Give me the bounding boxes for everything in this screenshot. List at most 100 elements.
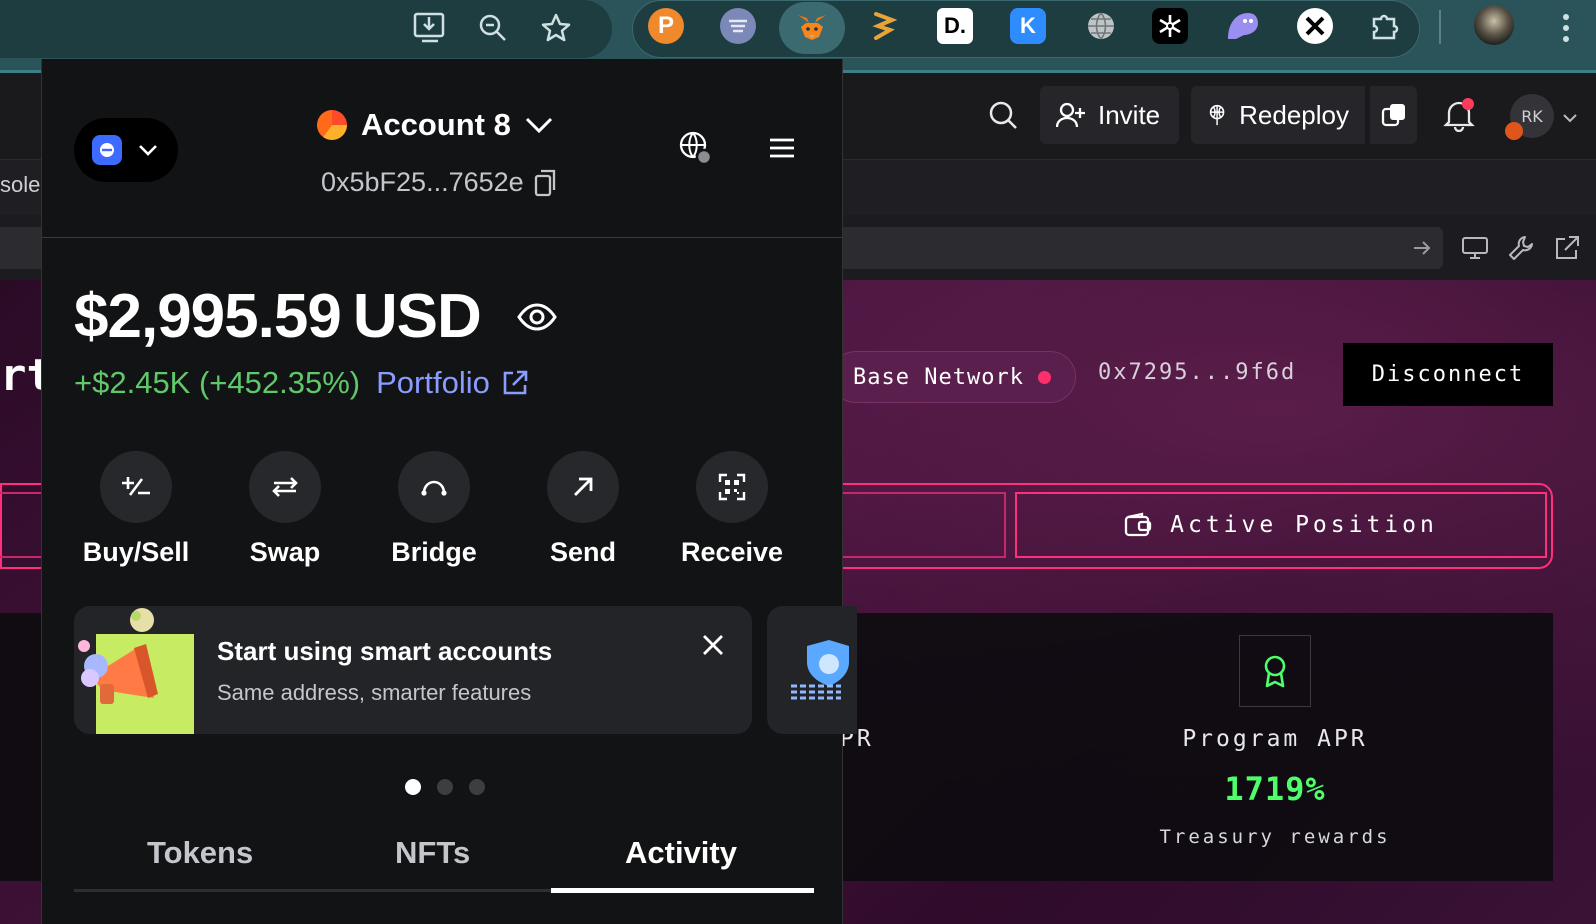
k-ext-icon[interactable]: K xyxy=(1010,8,1046,44)
url-bar-end xyxy=(0,0,612,58)
ghost-ext-icon[interactable] xyxy=(1224,8,1260,44)
account-address[interactable]: 0x5bF25...7652e xyxy=(321,167,558,198)
tab-tokens[interactable]: Tokens xyxy=(147,835,253,871)
shield-ext-icon[interactable] xyxy=(720,8,756,44)
tab-active-position[interactable]: Active Position xyxy=(1015,492,1547,558)
buy-sell-button[interactable]: Buy/Sell xyxy=(56,451,216,568)
balance-change: +$2.45K (+452.35%) Portfolio xyxy=(74,365,528,401)
search-icon[interactable] xyxy=(988,100,1018,134)
redeploy-button[interactable]: Redeploy xyxy=(1191,86,1365,144)
network-logo-icon xyxy=(92,135,122,165)
hamburger-menu-icon[interactable] xyxy=(768,137,796,164)
award-ribbon-icon xyxy=(1264,655,1286,688)
connected-address: 0x7295...9f6d xyxy=(1098,360,1297,385)
site-connection-globe-icon[interactable] xyxy=(678,130,713,171)
desktop-icon[interactable] xyxy=(1461,236,1489,264)
tab-nfts[interactable]: NFTs xyxy=(395,835,470,871)
bridge-button[interactable]: Bridge xyxy=(354,451,514,568)
promo-subtitle: Same address, smarter features xyxy=(217,680,532,705)
wrench-icon[interactable] xyxy=(1507,234,1535,266)
network-label: Base Network xyxy=(853,364,1024,390)
wallet-balance: $2,995.59 USD xyxy=(74,281,557,352)
network-status-dot xyxy=(1037,370,1051,384)
plus-minus-icon xyxy=(100,451,172,523)
qr-code-icon xyxy=(696,451,768,523)
metamask-popup: Account 8 0x5bF25...7652e $2,995.59 USD … xyxy=(41,59,857,924)
account-avatar xyxy=(317,110,347,140)
wallet-icon xyxy=(1124,512,1152,537)
eye-icon[interactable] xyxy=(516,302,557,331)
swap-label: Swap xyxy=(249,537,321,567)
zoom-icon[interactable] xyxy=(471,6,515,50)
metamask-ext-icon[interactable] xyxy=(779,2,845,54)
send-label: Send xyxy=(549,537,616,567)
external-link-icon xyxy=(503,370,528,395)
browser-menu-icon[interactable] xyxy=(1544,6,1588,50)
chevron-down-icon xyxy=(525,117,552,133)
carousel-dot-2[interactable] xyxy=(437,779,453,795)
next-promo-card[interactable] xyxy=(767,606,857,734)
toolbar-divider xyxy=(1439,10,1441,44)
active-tab-indicator xyxy=(551,888,814,893)
notification-bell-icon[interactable] xyxy=(1443,98,1475,136)
program-apr-value: 1719% xyxy=(1224,770,1326,808)
megaphone-illustration xyxy=(78,608,194,734)
shield-illustration xyxy=(791,640,849,700)
wallet-header: Account 8 0x5bF25...7652e xyxy=(42,59,842,238)
receive-button[interactable]: Receive xyxy=(652,451,812,568)
balance-amount: $2,995.59 xyxy=(74,282,342,351)
invite-button[interactable]: Invite xyxy=(1040,86,1179,144)
bridge-icon xyxy=(398,451,470,523)
copy-icon xyxy=(1381,104,1405,127)
invite-label: Invite xyxy=(1098,99,1161,130)
tab-activity[interactable]: Activity xyxy=(625,835,737,871)
redeploy-label: Redeploy xyxy=(1239,99,1349,130)
bookmark-star-icon[interactable] xyxy=(534,6,578,50)
carousel-dot-3[interactable] xyxy=(469,779,485,795)
chevron-down-icon xyxy=(139,145,157,156)
console-tab-partial[interactable]: sole xyxy=(0,172,40,198)
smart-account-promo-card[interactable]: Start using smart accounts Same address,… xyxy=(74,606,752,734)
network-selector-button[interactable] xyxy=(74,118,178,182)
d-ext-icon[interactable]: D. xyxy=(937,8,973,44)
add-user-icon xyxy=(1056,102,1085,128)
x-ext-icon[interactable] xyxy=(1297,8,1333,44)
arrow-right-icon[interactable] xyxy=(1412,240,1432,260)
pocket-ext-icon[interactable]: P xyxy=(648,8,684,44)
portfolio-link[interactable]: Portfolio xyxy=(376,365,528,401)
sushi-ext-icon[interactable] xyxy=(865,8,901,44)
balance-currency: USD xyxy=(352,282,482,351)
apr-icon-box xyxy=(1239,635,1311,707)
arrow-up-right-icon xyxy=(547,451,619,523)
carousel-dots xyxy=(405,779,485,795)
program-apr-label: Program APR xyxy=(1182,726,1368,752)
avatar-badge xyxy=(1505,122,1523,140)
network-badge[interactable]: Base Network xyxy=(830,351,1076,403)
close-icon[interactable] xyxy=(702,634,724,661)
promo-title: Start using smart accounts xyxy=(217,636,553,666)
puzzle-extensions-icon[interactable] xyxy=(1367,8,1403,44)
receive-label: Receive xyxy=(680,537,784,567)
portfolio-label: Portfolio xyxy=(376,365,490,400)
swap-arrows-icon xyxy=(249,451,321,523)
external-link-icon[interactable] xyxy=(1553,234,1581,266)
disconnect-button[interactable]: Disconnect xyxy=(1343,343,1553,406)
snowflake-ext-icon[interactable] xyxy=(1152,8,1188,44)
active-position-label: Active Position xyxy=(1170,512,1438,538)
copy-icon[interactable] xyxy=(534,169,558,197)
globe-ext-icon[interactable] xyxy=(1083,8,1119,44)
profile-avatar[interactable] xyxy=(1474,5,1514,45)
install-app-icon[interactable] xyxy=(408,6,452,50)
send-button[interactable]: Send xyxy=(503,451,663,568)
balance-change-value: +$2.45K (+452.35%) xyxy=(74,365,361,400)
account-selector[interactable]: Account 8 xyxy=(317,107,553,143)
buy-sell-label: Buy/Sell xyxy=(82,537,190,567)
bridge-label: Bridge xyxy=(391,537,477,567)
chevron-down-icon[interactable] xyxy=(1562,108,1578,127)
carousel-dot-1[interactable] xyxy=(405,779,421,795)
swap-button[interactable]: Swap xyxy=(205,451,365,568)
treasury-rewards-label: Treasury rewards xyxy=(1159,826,1391,848)
account-address-text: 0x5bF25...7652e xyxy=(321,167,524,197)
redeploy-icon xyxy=(1209,104,1225,126)
copy-deploy-button[interactable] xyxy=(1370,86,1417,144)
